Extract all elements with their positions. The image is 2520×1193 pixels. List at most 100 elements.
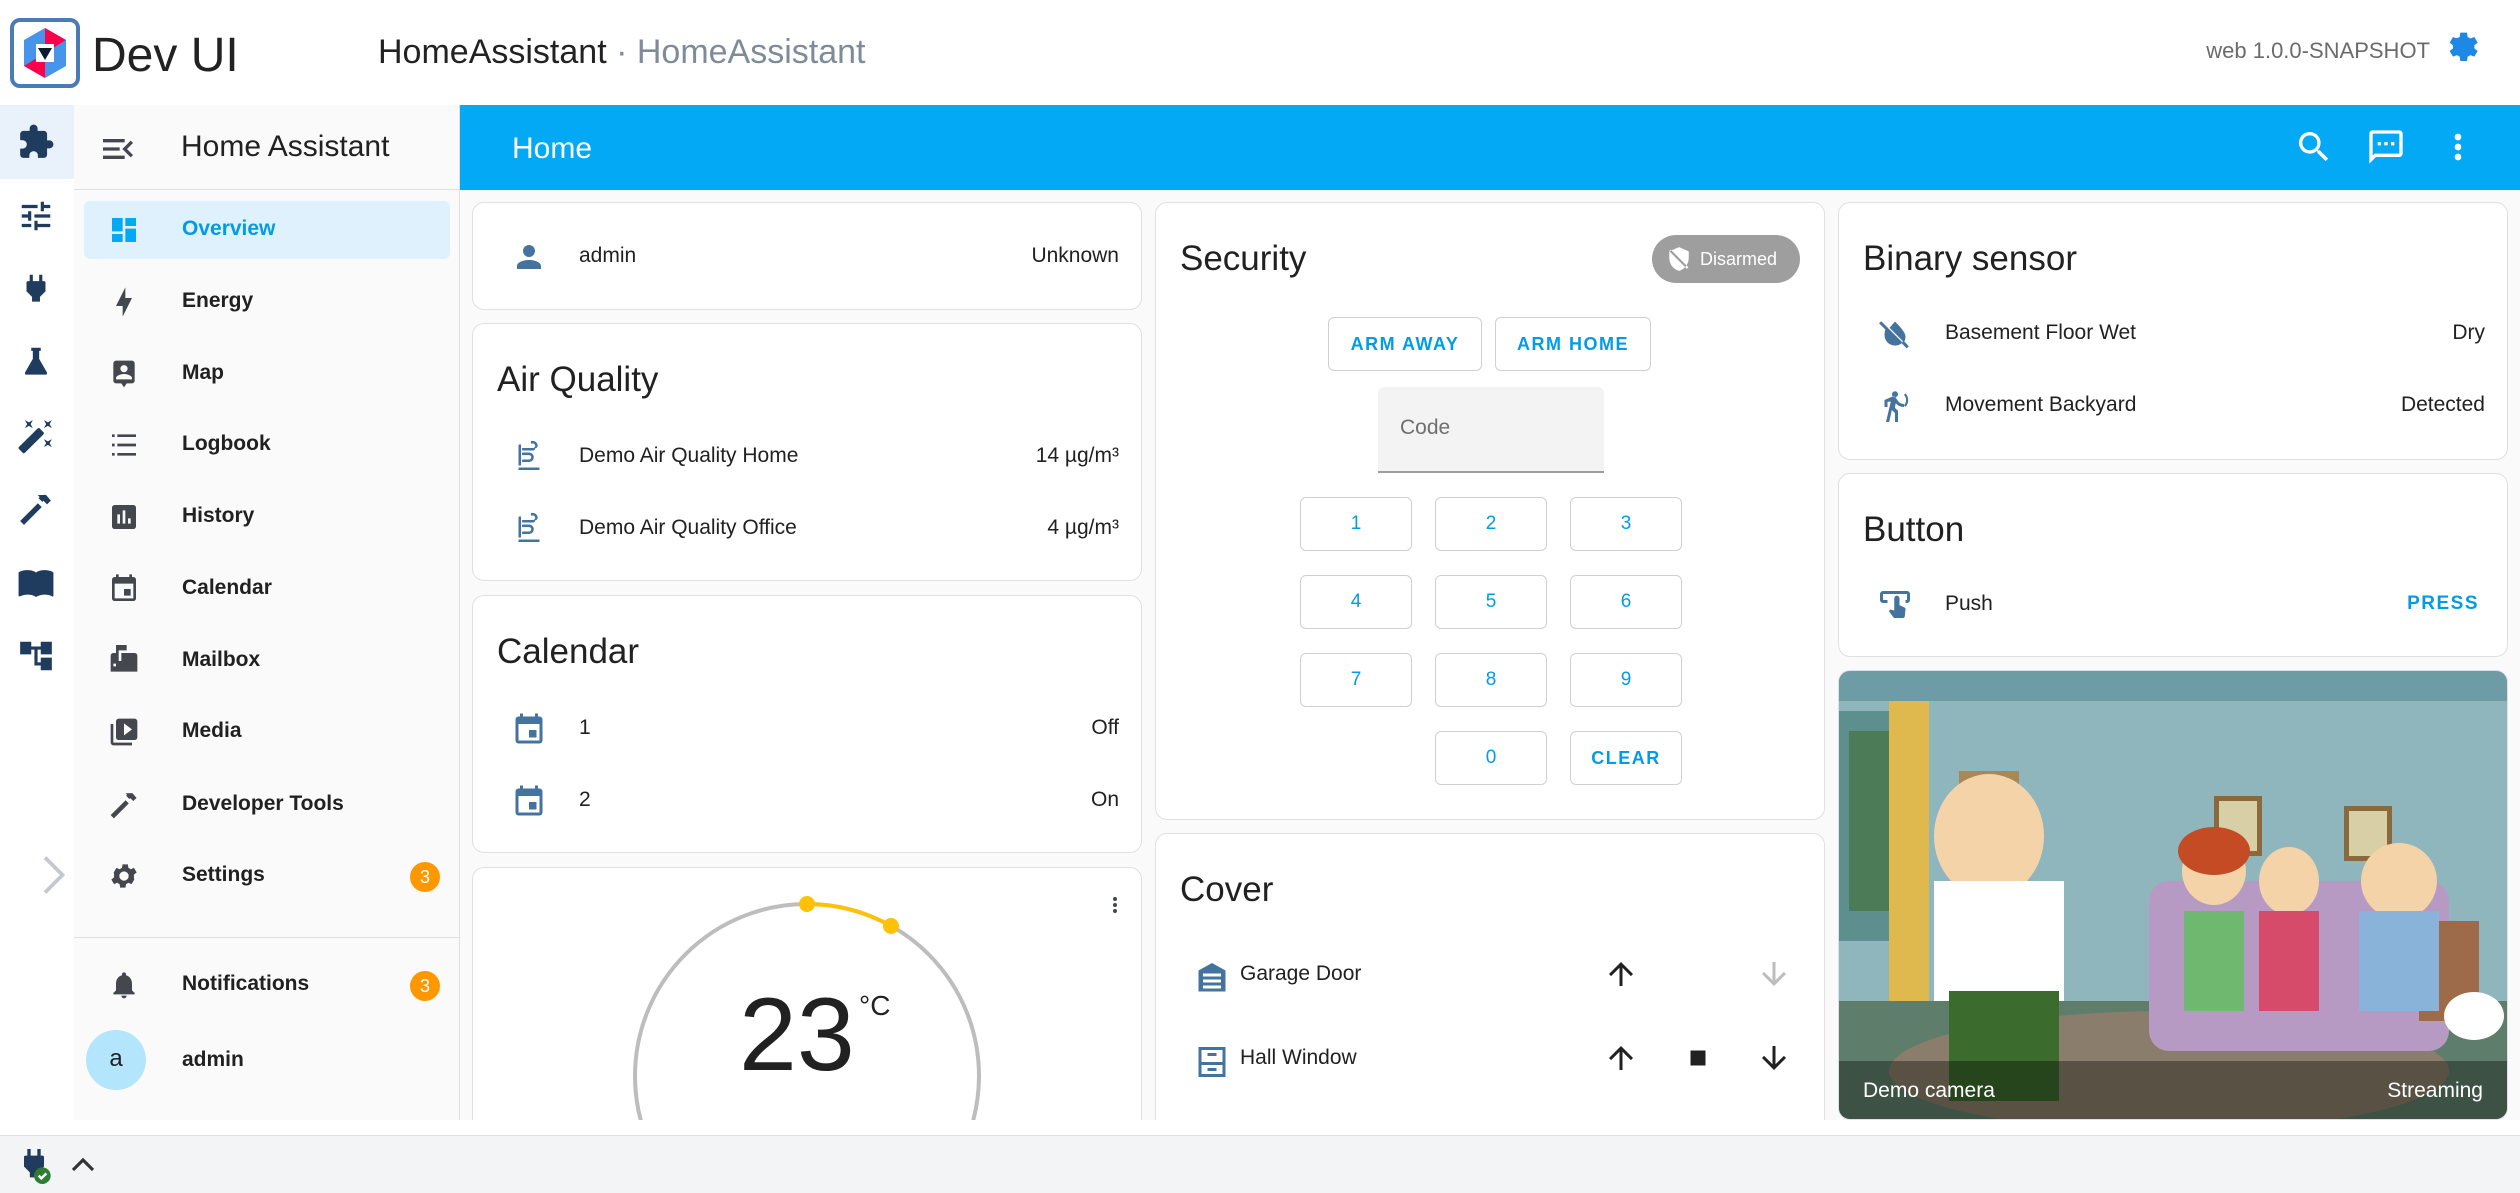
settings-badge: 3 [410,862,440,892]
sidebar-item-logbook[interactable]: Logbook [84,416,450,474]
chevron-up-icon[interactable] [68,1150,98,1180]
sidebar-item-settings[interactable]: Settings 3 [84,847,450,905]
breadcrumb: HomeAssistant · HomeAssistant [378,33,866,72]
camera-name: Demo camera [1863,1079,1995,1102]
arm-away-button[interactable]: ARM AWAY [1328,317,1482,371]
lightning-icon [108,286,140,318]
devui-logo[interactable] [10,18,80,88]
code-input[interactable]: Code [1378,387,1604,473]
ha-header: Home [460,105,2520,190]
sidebar-item-label: Calendar [182,576,272,599]
status-text: Disarmed [1700,249,1778,269]
entity-state: Off [1091,716,1119,739]
quarkus-logo-icon [24,28,66,78]
sidebar-item-calendar[interactable]: Calendar [84,560,450,618]
camera-image [1839,671,2507,1119]
keypad-9[interactable]: 9 [1570,653,1682,707]
arrow-down-icon [1756,956,1794,994]
thermostat-card[interactable]: 23 °C [472,867,1142,1120]
sidebar-item-label: Notifications [182,972,310,995]
breadcrumb-main[interactable]: HomeAssistant [378,33,607,71]
keypad-1[interactable]: 1 [1300,497,1412,551]
entity-name[interactable]: Basement Floor Wet [1945,321,2136,345]
sidebar-item-label: Settings [182,863,265,886]
card-title: Binary sensor [1863,239,2077,278]
sidebar-item-label: Overview [182,217,276,240]
mailbox-icon [108,645,140,677]
sliders-icon[interactable] [12,192,60,240]
camera-card[interactable]: Demo camera Streaming [1838,670,2508,1120]
hammer-icon[interactable] [12,485,60,533]
keypad-8[interactable]: 8 [1435,653,1547,707]
sidebar-item-media[interactable]: Media [84,703,450,761]
devui-footer [0,1135,2520,1193]
sidebar-item-map[interactable]: Map [84,345,450,403]
list-icon [108,429,140,461]
sidebar-item-energy[interactable]: Energy [84,273,450,331]
book-icon[interactable] [12,558,60,606]
more-vert-icon[interactable] [2438,127,2478,167]
magic-wand-icon[interactable] [12,412,60,460]
keypad-0[interactable]: 0 [1435,731,1547,785]
person-card[interactable]: admin Unknown [472,202,1142,310]
keypad-7[interactable]: 7 [1300,653,1412,707]
card-title: Calendar [497,632,640,671]
version-label: web 1.0.0-SNAPSHOT [2206,38,2430,63]
avatar[interactable]: a [86,1030,146,1090]
sidebar-item-notifications[interactable]: Notifications 3 [84,956,450,1014]
extensions-icon[interactable] [12,118,60,166]
keypad-2[interactable]: 2 [1435,497,1547,551]
arrow-down-icon[interactable] [1756,1040,1794,1078]
sidebar-item-history[interactable]: History [84,488,450,546]
plug-icon[interactable] [12,265,60,313]
keypad-6[interactable]: 6 [1570,575,1682,629]
window-icon [1194,1044,1226,1077]
press-button[interactable]: PRESS [2407,593,2479,615]
keypad-4[interactable]: 4 [1300,575,1412,629]
target-high-handle[interactable] [883,918,899,934]
assist-icon[interactable] [2366,127,2406,167]
calendar-icon [511,712,547,748]
entity-name[interactable]: 2 [579,788,591,812]
person-name: admin [579,244,637,267]
chevron-right-icon[interactable] [40,855,70,895]
media-icon [108,716,140,748]
search-icon[interactable] [2294,127,2334,167]
notifications-badge: 3 [410,971,440,1001]
sidebar-item-mailbox[interactable]: Mailbox [84,632,450,690]
user-name: admin [182,1048,244,1071]
alarm-panel-card: Security Disarmed ARM AWAY ARM HOME Code… [1155,202,1825,820]
entity-name[interactable]: Garage Door [1240,962,1361,986]
cog-icon [108,860,140,892]
arm-home-button[interactable]: ARM HOME [1495,317,1651,371]
sidebar-item-overview[interactable]: Overview [84,201,450,259]
arrow-up-icon[interactable] [1603,956,1641,994]
more-vert-icon[interactable] [1103,888,1127,922]
arrow-up-icon[interactable] [1603,1040,1641,1078]
binary-sensor-card: Binary sensor Basement Floor Wet Dry Mov… [1838,202,2508,460]
target-low-handle[interactable] [799,896,815,912]
entity-name[interactable]: Movement Backyard [1945,393,2136,417]
entity-state: On [1090,788,1119,811]
keypad-3[interactable]: 3 [1570,497,1682,551]
person-state: Unknown [1031,244,1119,267]
entity-name[interactable]: Demo Air Quality Office [579,516,797,540]
sidebar-item-label: Energy [182,289,254,312]
menu-open-icon[interactable] [98,129,138,169]
breadcrumb-sub: HomeAssistant [636,33,866,71]
entity-name[interactable]: Demo Air Quality Home [579,444,798,468]
sidebar-item-developer-tools[interactable]: Developer Tools [84,776,450,834]
keypad-clear[interactable]: CLEAR [1570,731,1682,785]
flask-icon[interactable] [12,338,60,386]
entity-name[interactable]: Hall Window [1240,1046,1357,1070]
ha-sidebar: Home Assistant Overview Energy Map Logbo… [74,105,460,1120]
theme-gear-icon[interactable] [2442,26,2482,66]
stop-icon[interactable] [1680,1040,1718,1078]
entity-name[interactable]: 1 [579,716,591,740]
keypad-5[interactable]: 5 [1435,575,1547,629]
graph-icon[interactable] [12,632,60,680]
code-placeholder: Code [1400,416,1451,439]
plug-connected-icon[interactable] [14,1144,54,1184]
dashboard-icon [108,214,140,246]
card-title: Air Quality [497,360,659,399]
